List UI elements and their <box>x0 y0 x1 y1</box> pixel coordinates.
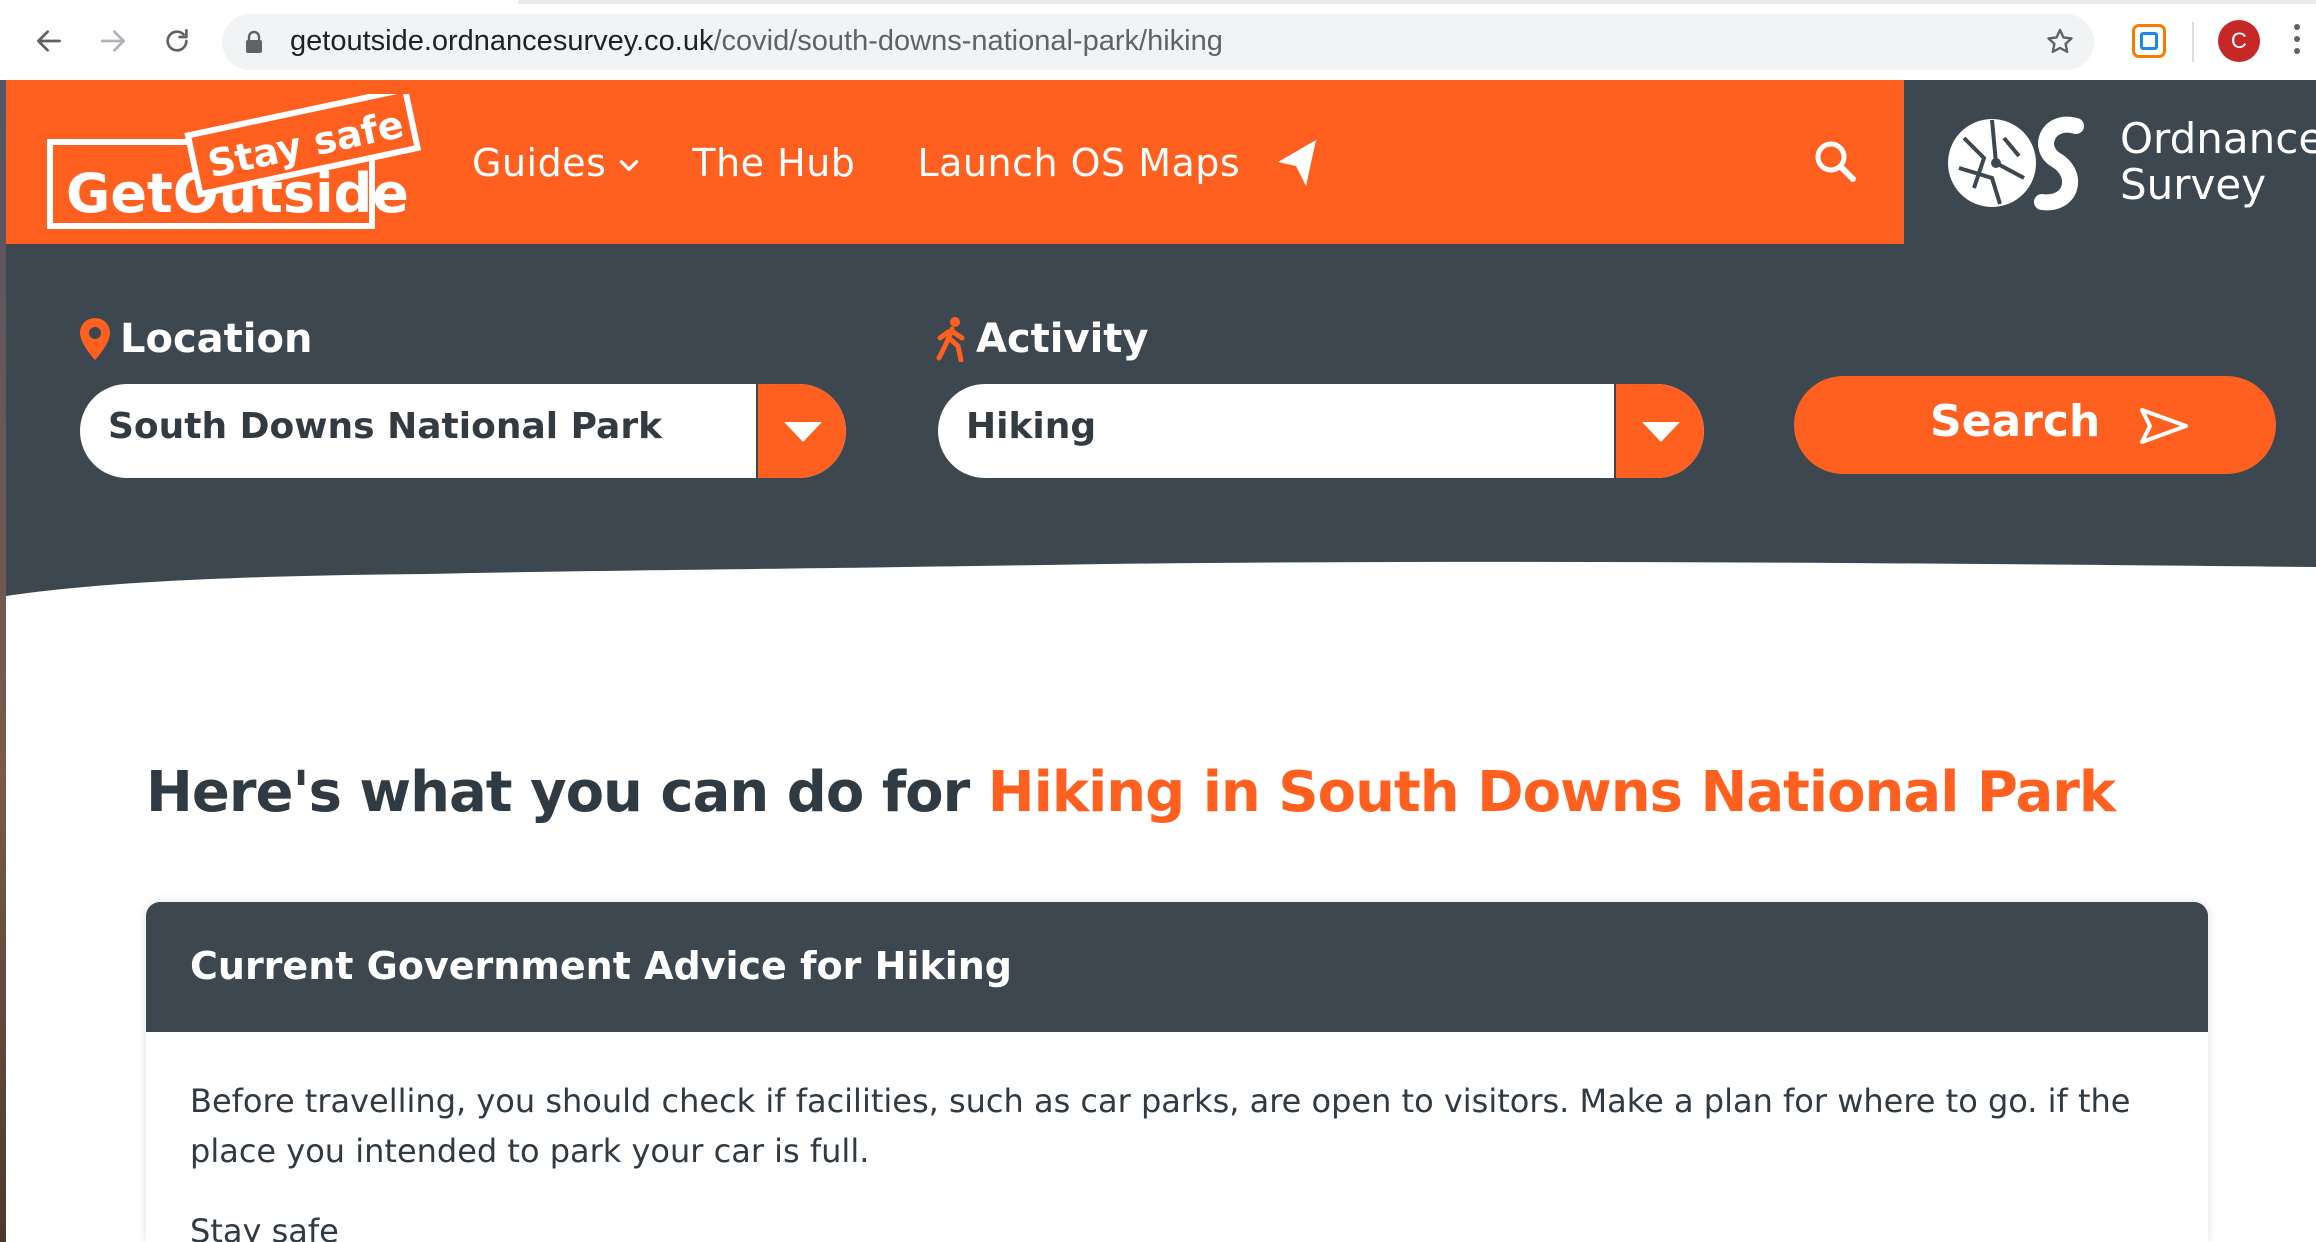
bookmark-star-icon[interactable] <box>2044 26 2076 58</box>
brand-line-1: Ordnance <box>2120 114 2316 163</box>
location-pin-icon <box>80 318 110 360</box>
activity-select[interactable]: Hiking <box>938 384 1704 478</box>
search-button[interactable]: Search <box>1794 376 2276 474</box>
caret-down-icon <box>1642 422 1680 442</box>
tab-strip <box>0 0 2316 4</box>
ordnance-survey-brand[interactable]: Ordnance Survey <box>1904 80 2316 244</box>
browser-menu-icon[interactable] <box>2292 24 2302 60</box>
main-nav: Guides The Hub Launch OS Maps <box>472 136 1322 190</box>
brand-line-2: Survey <box>2120 160 2267 209</box>
advice-card-subheading: Stay safe <box>190 1212 339 1242</box>
page-heading-highlight: Hiking in South Downs National Park <box>987 760 2116 825</box>
ordnance-survey-wordmark: Ordnance Survey <box>2120 116 2316 208</box>
nav-the-hub[interactable]: The Hub <box>692 141 855 185</box>
extension-icon[interactable] <box>2132 24 2166 58</box>
nav-guides-label: Guides <box>472 141 607 185</box>
caret-down-icon <box>784 422 822 442</box>
activity-label: Activity <box>934 316 1148 362</box>
profile-avatar[interactable]: C <box>2218 20 2260 62</box>
advice-card-text: Before travelling, you should check if f… <box>190 1082 2131 1170</box>
location-label: Location <box>78 316 312 362</box>
activity-dropdown-button[interactable] <box>1614 384 1704 478</box>
ordnance-survey-emblem-icon <box>1948 116 2084 211</box>
forward-button[interactable] <box>90 18 136 64</box>
lock-icon <box>246 30 262 53</box>
advice-card-header: Current Government Advice for Hiking <box>146 902 2208 1032</box>
getoutside-logo[interactable]: GetOutside Stay safe <box>42 94 422 234</box>
hiker-icon <box>936 317 965 362</box>
nav-launch-os-maps[interactable]: Launch OS Maps <box>917 136 1322 190</box>
location-select-value: South Downs National Park <box>108 406 663 447</box>
location-label-text: Location <box>120 316 313 362</box>
reload-icon <box>166 29 188 52</box>
search-icon[interactable] <box>1812 138 1858 184</box>
advice-card: Current Government Advice for Hiking Bef… <box>146 902 2208 1242</box>
activity-select-value: Hiking <box>966 406 1097 447</box>
navigation-arrow-icon <box>1278 140 1317 186</box>
nav-guides[interactable]: Guides <box>472 141 642 185</box>
location-select[interactable]: South Downs National Park <box>80 384 846 478</box>
back-arrow-icon <box>37 30 61 52</box>
url-domain: getoutside.ordnancesurvey.co.uk <box>290 25 714 57</box>
location-dropdown-button[interactable] <box>756 384 846 478</box>
advice-card-title: Current Government Advice for Hiking <box>190 944 1013 988</box>
reload-button[interactable] <box>154 18 200 64</box>
forward-arrow-icon <box>101 30 125 52</box>
browser-toolbar: getoutside.ordnancesurvey.co.uk/covid/so… <box>0 0 2316 80</box>
nav-launch-os-maps-label: Launch OS Maps <box>917 141 1241 185</box>
send-arrow-icon <box>2140 408 2188 444</box>
page-heading: Here's what you can do for Hiking in Sou… <box>146 760 2116 825</box>
site-header: GetOutside Stay safe Guides The Hub Laun… <box>6 80 1904 244</box>
nav-the-hub-label: The Hub <box>692 141 856 185</box>
search-panel: Location South Downs National Park Activ… <box>6 244 2316 604</box>
url-path: /covid/south-downs-national-park/hiking <box>713 25 1223 57</box>
page-heading-prefix: Here's what you can do for <box>146 760 988 825</box>
search-button-label: Search <box>1930 396 2101 447</box>
url-text: getoutside.ordnancesurvey.co.uk/covid/so… <box>290 25 1223 58</box>
toolbar-divider <box>2192 22 2194 62</box>
address-bar[interactable]: getoutside.ordnancesurvey.co.uk/covid/so… <box>222 14 2094 70</box>
back-button[interactable] <box>26 18 72 64</box>
activity-label-text: Activity <box>976 316 1149 362</box>
chevron-down-icon <box>620 160 639 171</box>
